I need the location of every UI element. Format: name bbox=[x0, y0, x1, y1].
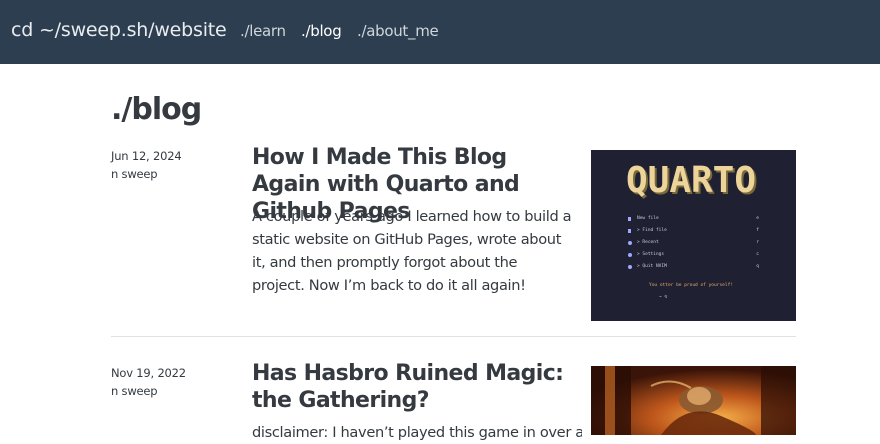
post-thumbnail[interactable]: QUARTO QUARTO You otter be proud of your… bbox=[591, 150, 796, 321]
post-date: Nov 19, 2022 bbox=[111, 366, 186, 380]
page-title: ./blog bbox=[111, 92, 202, 127]
post-card[interactable]: Nov 19, 2022 n sweep Has Hasbro Ruined M… bbox=[111, 360, 796, 441]
post-thumbnail[interactable] bbox=[591, 366, 796, 435]
quarto-logo-text: QUARTO bbox=[626, 160, 756, 201]
quit-icon bbox=[628, 265, 632, 269]
post-author: n sweep bbox=[111, 167, 158, 181]
post-description: disclaimer: I haven’t played this game i… bbox=[252, 424, 582, 441]
quarto-tagline: You otter be proud of yourself! bbox=[649, 282, 733, 288]
post-title-link[interactable]: Has Hasbro Ruined Magic: the Gathering? bbox=[252, 360, 572, 414]
post-author: n sweep bbox=[111, 384, 158, 398]
post-divider bbox=[111, 336, 796, 337]
nav-link-learn[interactable]: ./learn bbox=[240, 22, 286, 40]
file-icon bbox=[628, 217, 631, 221]
search-icon bbox=[628, 229, 631, 233]
gear-icon bbox=[628, 253, 632, 257]
post-description: A couple of years ago I learned how to b… bbox=[252, 208, 572, 294]
nav-link-about-me[interactable]: ./about_me bbox=[357, 22, 439, 40]
quarto-footer: ~ ↯ bbox=[659, 294, 667, 300]
post-card[interactable]: Jun 12, 2024 n sweep How I Made This Blo… bbox=[111, 145, 796, 325]
nav-link-blog[interactable]: ./blog bbox=[301, 22, 342, 40]
magic-card-art bbox=[591, 366, 796, 435]
post-date: Jun 12, 2024 bbox=[111, 149, 182, 163]
clock-icon bbox=[628, 241, 632, 245]
site-brand-link[interactable]: cd ~/sweep.sh/website bbox=[11, 19, 227, 41]
navbar: cd ~/sweep.sh/website ./learn ./blog ./a… bbox=[0, 0, 880, 64]
quarto-dashboard-illustration: QUARTO QUARTO You otter be proud of your… bbox=[626, 160, 758, 300]
